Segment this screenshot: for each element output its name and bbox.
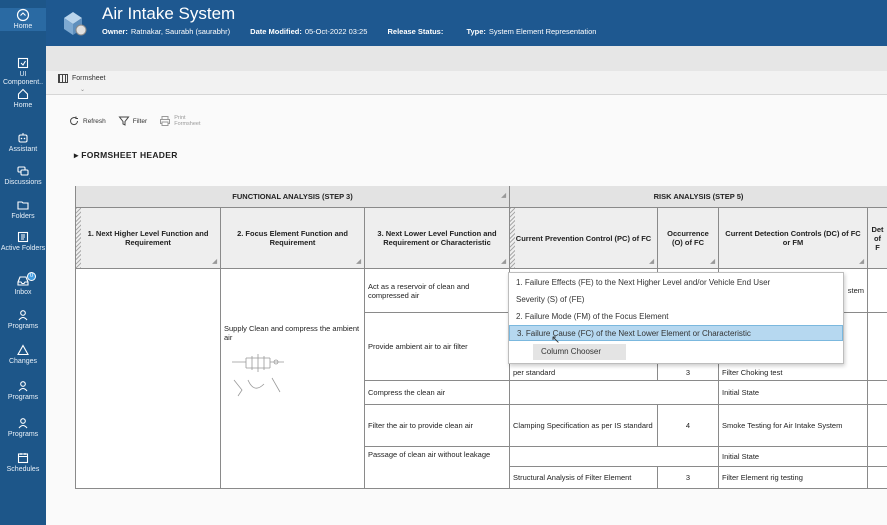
print-icon	[160, 116, 171, 126]
column-header-next-lower-function[interactable]: 3. Next Lower Level Function and Require…	[365, 208, 510, 269]
resize-icon: ◢	[859, 259, 864, 265]
changes-icon	[16, 343, 30, 357]
refresh-icon	[70, 116, 79, 126]
nav-item-assistant[interactable]: Assistant	[0, 131, 46, 154]
inbox-count-badge: 0	[27, 272, 36, 281]
detection-row-5a[interactable]	[868, 447, 887, 467]
home-icon	[16, 87, 30, 101]
menu-item-failure-effects[interactable]: 1. Failure Effects (FE) to the Next High…	[509, 275, 843, 291]
mouse-pointer-icon: ↖	[551, 334, 561, 346]
detection-row-5[interactable]	[868, 467, 887, 489]
prevention-control-row-4[interactable]: Clamping Specification as per IS standar…	[510, 405, 658, 447]
nav-item-inbox[interactable]: 0 Inbox	[0, 272, 46, 297]
nav-item-schedules[interactable]: Schedules	[0, 451, 46, 474]
object-title: Air Intake System	[102, 4, 236, 23]
column-header-detection[interactable]: Det of F	[868, 208, 887, 269]
resize-icon: ◢	[212, 259, 217, 265]
system-element-icon	[58, 8, 88, 38]
menu-item-failure-mode[interactable]: 2. Failure Mode (FM) of the Focus Elemen…	[509, 309, 843, 325]
next-higher-function-cell[interactable]	[76, 269, 221, 489]
collapse-icon[interactable]: ◢	[501, 189, 506, 204]
filter-icon	[118, 116, 130, 126]
refresh-button[interactable]: Refresh	[68, 115, 106, 127]
column-header-next-higher-function[interactable]: 1. Next Higher Level Function and Requir…	[76, 208, 221, 269]
tab-formsheet[interactable]: Formsheet	[58, 74, 105, 83]
programs-icon	[16, 416, 30, 430]
column-context-menu: 1. Failure Effects (FE) to the Next High…	[508, 272, 844, 364]
nav-item-folders[interactable]: Folders	[0, 198, 46, 221]
prevention-control-row-5[interactable]: Structural Analysis of Filter Element	[510, 467, 658, 489]
formsheet-toolbar: Refresh Filter Print Formsheet	[68, 115, 201, 127]
nav-item-programs[interactable]: Programs	[0, 308, 46, 331]
column-header-focus-element-function[interactable]: 2. Focus Element Function and Requiremen…	[221, 208, 365, 269]
lower-function-row-4[interactable]: Filter the air to provide clean air	[365, 405, 510, 447]
nav-item-ui-component[interactable]: UI Component..	[0, 56, 46, 87]
date-modified-label: Date Modified:	[250, 27, 302, 36]
detection-row-4[interactable]	[868, 405, 887, 447]
prevention-control-row-3[interactable]	[510, 381, 719, 405]
object-properties: Owner: Ratnakar, Saurabh (saurabhr) Date …	[102, 27, 614, 36]
formsheet-header-toggle[interactable]: ▸ FORMSHEET HEADER	[74, 150, 178, 161]
print-formsheet-button[interactable]: Print Formsheet	[159, 115, 201, 127]
discussions-icon	[16, 164, 30, 178]
nav-item-home-2[interactable]: Home	[0, 87, 46, 110]
folder-icon	[16, 198, 30, 212]
initial-state-row-5[interactable]: Initial State	[719, 447, 868, 467]
lower-function-row-2[interactable]: Provide ambient air to air filter	[365, 313, 510, 381]
air-intake-sketch-image	[232, 354, 284, 397]
menu-item-severity[interactable]: Severity (S) of (FE)	[509, 292, 843, 308]
date-modified-value: 05-Oct-2022 03:25	[304, 27, 368, 36]
prevention-control-row-5a[interactable]	[510, 447, 719, 467]
column-chooser-button[interactable]: Column Chooser	[533, 344, 626, 360]
nav-item-programs-2[interactable]: Programs	[0, 379, 46, 402]
assistant-icon	[16, 131, 30, 145]
resize-icon: ◢	[710, 259, 715, 265]
detection-row-2[interactable]	[868, 313, 887, 381]
owner-value: Ratnakar, Saurabh (saurabhr)	[130, 27, 231, 36]
nav-item-home[interactable]: Home	[0, 8, 46, 31]
programs-icon	[16, 308, 30, 322]
nav-item-discussions[interactable]: Discussions	[0, 164, 46, 187]
active-folders-icon	[16, 230, 30, 244]
resize-icon: ◢	[356, 259, 361, 265]
focus-element-function-cell[interactable]: Supply Clean and compress the ambient ai…	[221, 269, 365, 489]
column-header-current-prevention-control[interactable]: Current Prevention Control (PC) of FC ◢	[510, 208, 658, 269]
detection-row-3[interactable]	[868, 381, 887, 405]
nav-item-active-folders[interactable]: Active Folders	[0, 230, 46, 253]
nav-item-programs-3[interactable]: Programs	[0, 416, 46, 439]
app-window: Home UI Component.. Home Assistant Discu…	[0, 0, 887, 525]
lower-function-row-1[interactable]: Act as a reservoir of clean and compress…	[365, 269, 510, 313]
left-navigation: Home UI Component.. Home Assistant Discu…	[0, 0, 46, 525]
filter-button[interactable]: Filter	[118, 115, 147, 127]
resize-icon: ◢	[501, 259, 506, 265]
header-band	[46, 46, 887, 71]
ui-component-icon	[16, 56, 30, 70]
lower-function-row-3[interactable]: Compress the clean air	[365, 381, 510, 405]
occurrence-row-4[interactable]: 4	[658, 405, 719, 447]
release-status-label: Release Status:	[387, 27, 444, 36]
table-icon	[58, 74, 68, 83]
schedules-icon	[16, 451, 30, 465]
column-header-occurrence[interactable]: Occurrence (O) of FC ◢	[658, 208, 719, 269]
type-value: System Element Representation	[488, 27, 597, 36]
nav-item-changes[interactable]: Changes	[0, 343, 46, 366]
group-header-functional-analysis: FUNCTIONAL ANALYSIS (STEP 3) ◢	[76, 186, 510, 208]
type-label: Type:	[466, 27, 486, 36]
occurrence-row-5[interactable]: 3	[658, 467, 719, 489]
group-header-risk-analysis: RISK ANALYSIS (STEP 5)	[510, 186, 887, 208]
detection-control-row-4[interactable]: Smoke Testing for Air Intake System	[719, 405, 868, 447]
chevron-down-icon[interactable]: ⌄	[80, 86, 85, 93]
tab-strip: Formsheet ⌄	[46, 71, 887, 95]
initial-state-row-3[interactable]: Initial State	[719, 381, 868, 405]
resize-icon: ◢	[649, 259, 654, 265]
column-header-current-detection-controls[interactable]: Current Detection Controls (DC) of FC or…	[719, 208, 868, 269]
home-circle-icon	[16, 8, 30, 22]
object-header: Air Intake System Owner: Ratnakar, Saurab…	[46, 0, 887, 46]
lower-function-row-5[interactable]: Passage of clean air without leakage	[365, 447, 510, 489]
programs-icon	[16, 379, 30, 393]
detection-row-1[interactable]	[868, 269, 887, 313]
owner-label: Owner:	[102, 27, 128, 36]
detection-control-row-5[interactable]: Filter Element rig testing	[719, 467, 868, 489]
